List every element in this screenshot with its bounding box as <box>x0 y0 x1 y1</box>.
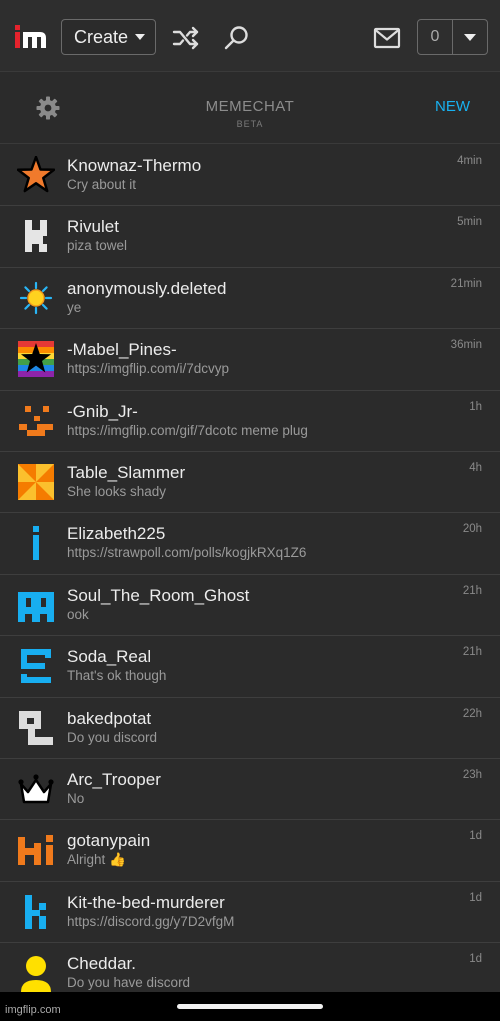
chat-last-message: https://imgflip.com/gif/7dcotc meme plug <box>67 422 308 438</box>
chat-last-message: Alright 👍 <box>67 852 126 868</box>
mail-icon[interactable] <box>373 26 401 50</box>
blue-k-icon <box>25 894 46 929</box>
memechat-title: MEMECHAT <box>205 98 295 115</box>
gray-block-icon <box>19 710 53 745</box>
create-button-label: Create <box>74 26 129 47</box>
chat-row[interactable]: -Gnib_Jr- https://imgflip.com/gif/7dcotc… <box>0 391 500 452</box>
rainbow-star-icon <box>18 341 54 378</box>
chat-name: gotanypain <box>67 831 151 851</box>
gray-pixel-icon <box>25 220 47 253</box>
chat-time: 23h <box>462 768 482 781</box>
chat-time: 1d <box>469 830 482 843</box>
chat-row[interactable]: -Mabel_Pines- https://imgflip.com/i/7dcv… <box>0 329 500 391</box>
chat-last-message: https://discord.gg/y7D2vfgM <box>67 913 235 929</box>
chat-name: Elizabeth225 <box>67 524 166 544</box>
chat-row[interactable]: gotanypain Alright 👍 1d <box>0 820 500 882</box>
chat-name: anonymously.deleted <box>67 278 227 298</box>
notification-dropdown-toggle[interactable] <box>453 20 487 54</box>
orange-hi-icon <box>18 835 53 866</box>
chat-name: bakedpotat <box>67 708 152 728</box>
new-chat-button[interactable]: NEW <box>435 98 470 115</box>
chat-time: 4h <box>469 461 482 474</box>
chat-time: 22h <box>462 707 482 720</box>
imgflip-logo[interactable] <box>13 22 49 52</box>
chat-last-message: piza towel <box>67 238 128 254</box>
chat-last-message: No <box>67 790 85 806</box>
chat-row[interactable]: Rivulet piza towel 5min <box>0 206 500 268</box>
chat-time: 21h <box>462 646 482 659</box>
chat-list: Knownaz-Thermo Cry about it 4min Rivulet… <box>0 145 500 1005</box>
chat-time: 20h <box>462 523 482 536</box>
home-indicator[interactable] <box>177 1004 323 1009</box>
chat-time: 1h <box>469 400 482 413</box>
chat-time: 36min <box>450 339 482 352</box>
chat-row[interactable]: Knownaz-Thermo Cry about it 4min <box>0 145 500 207</box>
chat-row[interactable]: Soul_The_Room_Ghost ook 21h <box>0 575 500 637</box>
chat-name: Soda_Real <box>67 647 152 667</box>
notification-dropdown[interactable]: 0 <box>417 19 488 55</box>
shuffle-icon[interactable] <box>172 24 200 52</box>
chat-last-message: Do you discord <box>67 729 158 745</box>
blue-i-icon <box>33 526 39 561</box>
orange-pixel-face-icon <box>19 405 53 436</box>
chat-name: Cheddar. <box>67 954 136 974</box>
memechat-beta-label: BETA <box>236 119 264 129</box>
chat-time: 21h <box>462 584 482 597</box>
chat-name: Arc_Trooper <box>67 769 161 789</box>
top-nav: Create 0 <box>0 0 500 72</box>
chat-time: 1d <box>469 891 482 904</box>
chevron-down-icon <box>464 33 476 41</box>
pinwheel-icon <box>18 463 54 500</box>
bottom-bar <box>0 992 500 1021</box>
crown-icon <box>18 774 54 804</box>
imgflip-watermark: imgflip.com <box>5 1004 61 1016</box>
chat-time: 1d <box>469 953 482 966</box>
chat-time: 21min <box>450 277 482 290</box>
chat-name: Knownaz-Thermo <box>67 156 202 175</box>
notification-count: 0 <box>418 20 453 54</box>
yellow-person-icon <box>21 956 51 993</box>
chat-row[interactable]: bakedpotat Do you discord 22h <box>0 698 500 759</box>
sun-icon <box>19 281 53 314</box>
chat-row[interactable]: Elizabeth225 https://strawpoll.com/polls… <box>0 513 500 575</box>
chat-last-message: Do you have discord <box>67 975 191 991</box>
chat-last-message: Cry about it <box>67 177 137 192</box>
chat-time: 5min <box>457 216 482 229</box>
chat-row[interactable]: Kit-the-bed-murderer https://discord.gg/… <box>0 882 500 944</box>
search-icon[interactable] <box>223 24 251 52</box>
orange-star-icon <box>17 156 55 193</box>
chat-row[interactable]: Table_Slammer She looks shady 4h <box>0 452 500 514</box>
chat-last-message: ook <box>67 606 89 622</box>
chevron-down-icon <box>135 34 146 40</box>
chat-last-message: https://strawpoll.com/polls/kogjkRXq1Z6 <box>67 545 307 561</box>
memechat-header: MEMECHAT BETA NEW <box>0 72 500 144</box>
chat-name: -Gnib_Jr- <box>67 401 138 421</box>
chat-row[interactable]: Soda_Real That's ok though 21h <box>0 636 500 698</box>
chat-row[interactable]: anonymously.deleted ye 21min <box>0 268 500 330</box>
chat-row[interactable]: Arc_Trooper No 23h <box>0 759 500 821</box>
chat-last-message: ye <box>67 299 82 315</box>
chat-last-message: That's ok though <box>67 668 167 684</box>
chat-time: 4min <box>457 155 482 167</box>
chat-last-message: https://imgflip.com/i/7dcvyp <box>67 361 230 377</box>
chat-name: -Mabel_Pines- <box>67 340 177 360</box>
chat-name: Kit-the-bed-murderer <box>67 892 225 912</box>
chat-name: Table_Slammer <box>67 462 186 482</box>
blue-ghost-icon <box>18 591 54 622</box>
chat-name: Soul_The_Room_Ghost <box>67 585 250 605</box>
chat-last-message: She looks shady <box>67 483 167 499</box>
blue-square-icon <box>21 649 51 684</box>
create-button[interactable]: Create <box>61 19 156 55</box>
chat-name: Rivulet <box>67 217 119 237</box>
